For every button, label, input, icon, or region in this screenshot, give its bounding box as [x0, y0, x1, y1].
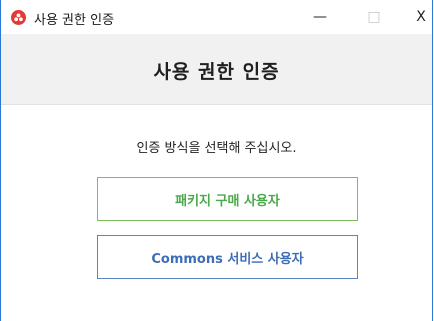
header-band: 사용 권한 인증: [1, 34, 432, 105]
auth-window: 사용 권한 인증 — □ X 사용 권한 인증 인증 방식을 선택해 주십시오.…: [0, 0, 433, 321]
instruction-text: 인증 방식을 선택해 주십시오.: [136, 141, 297, 156]
maximize-button[interactable]: □: [351, 0, 397, 34]
title-bar[interactable]: 사용 권한 인증 — □ X: [1, 0, 432, 34]
package-purchase-user-label: 패키지 구매 사용자: [175, 193, 280, 209]
minimize-button[interactable]: —: [297, 0, 343, 34]
package-purchase-user-button[interactable]: 패키지 구매 사용자: [97, 177, 358, 221]
window-title: 사용 권한 인증: [34, 13, 115, 28]
commons-service-user-button[interactable]: Commons 서비스 사용자: [97, 235, 358, 279]
close-button[interactable]: X: [398, 0, 434, 34]
commons-service-user-label: Commons 서비스 사용자: [151, 251, 304, 267]
page-title: 사용 권한 인증: [153, 61, 280, 83]
app-logo-icon: [11, 10, 26, 25]
